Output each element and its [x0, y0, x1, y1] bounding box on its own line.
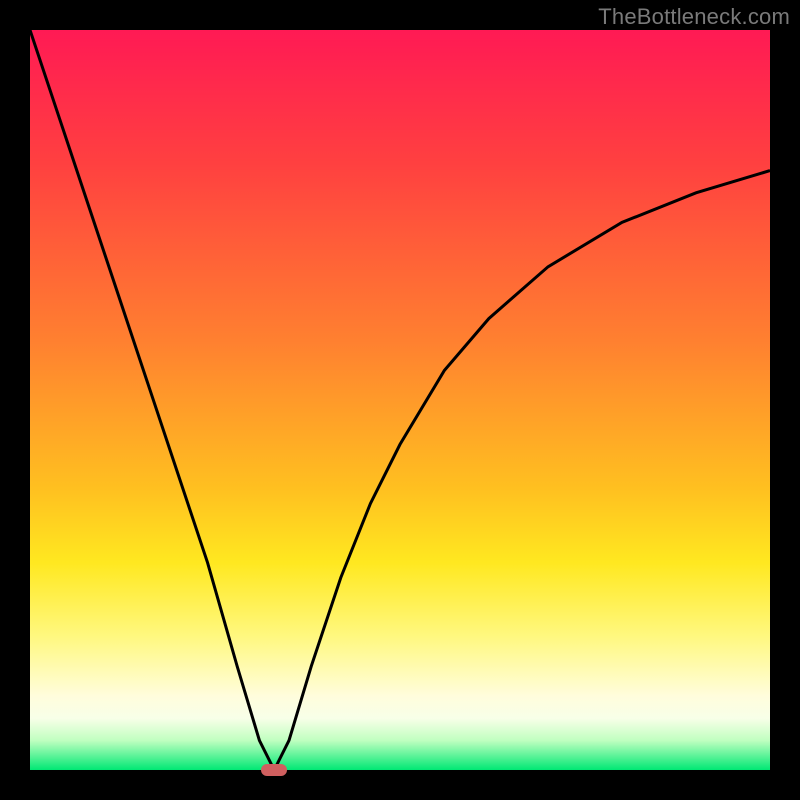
- plot-area: [30, 30, 770, 770]
- watermark-text: TheBottleneck.com: [598, 4, 790, 30]
- chart-frame: TheBottleneck.com: [0, 0, 800, 800]
- bottleneck-min-marker: [261, 764, 287, 776]
- bottleneck-curve: [30, 30, 770, 770]
